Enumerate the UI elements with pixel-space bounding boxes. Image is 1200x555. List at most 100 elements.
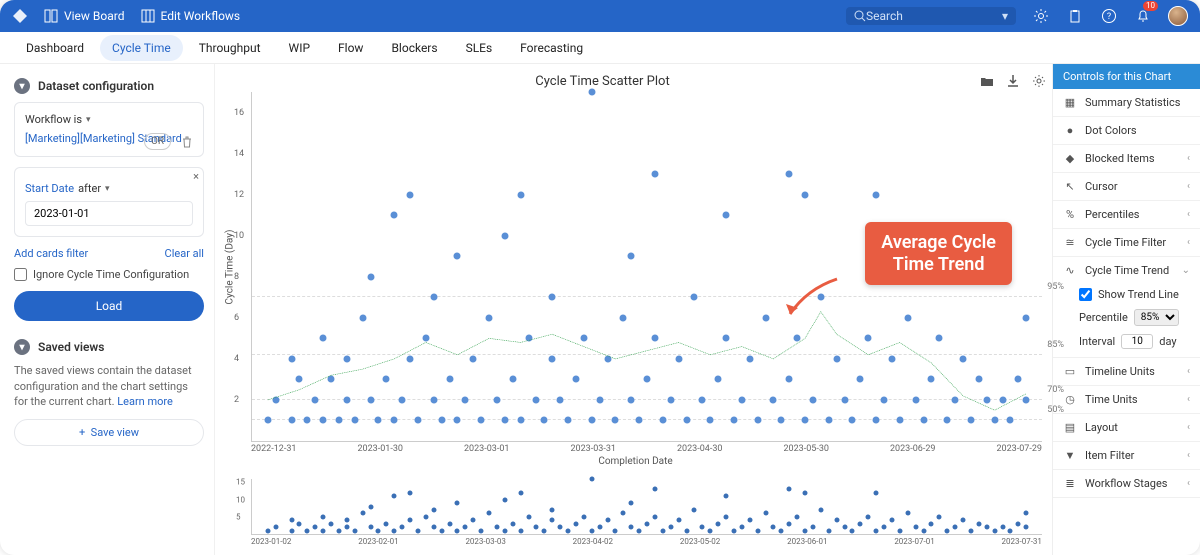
scatter-dot[interactable] <box>944 417 951 424</box>
scatter-dot[interactable] <box>928 376 935 383</box>
interval-input[interactable] <box>1121 334 1153 349</box>
scatter-dot[interactable] <box>264 417 271 424</box>
scatter-dot[interactable] <box>628 253 635 260</box>
scatter-dot[interactable] <box>509 376 516 383</box>
gear-icon[interactable] <box>1032 74 1046 88</box>
view-board-button[interactable]: View Board <box>44 9 125 23</box>
scatter-dot[interactable] <box>691 294 698 301</box>
timeline-units-item[interactable]: ▭ Timeline Units ‹ <box>1053 358 1200 386</box>
start-date-input[interactable] <box>25 201 193 226</box>
dot-colors-item[interactable]: ● Dot Colors <box>1053 117 1200 145</box>
scatter-dot[interactable] <box>699 396 706 403</box>
scatter-dot[interactable] <box>462 396 469 403</box>
scatter-dot[interactable] <box>833 355 840 362</box>
scatter-dot[interactable] <box>794 335 801 342</box>
scatter-dot[interactable] <box>1023 314 1030 321</box>
cycle-time-filter-item[interactable]: ≅ Cycle Time Filter ‹ <box>1053 229 1200 257</box>
scatter-dot[interactable] <box>288 355 295 362</box>
scatter-dot[interactable] <box>738 396 745 403</box>
tab-blockers[interactable]: Blockers <box>379 35 449 61</box>
scatter-dot[interactable] <box>399 396 406 403</box>
scatter-dot[interactable] <box>359 314 366 321</box>
scatter-dot[interactable] <box>967 417 974 424</box>
scatter-dot[interactable] <box>422 335 429 342</box>
scatter-dot[interactable] <box>430 294 437 301</box>
scatter-dot[interactable] <box>304 417 311 424</box>
scatter-dot[interactable] <box>762 314 769 321</box>
scatter-dot[interactable] <box>438 417 445 424</box>
load-button[interactable]: Load <box>14 291 204 321</box>
clear-all-link[interactable]: Clear all <box>165 247 204 260</box>
add-cards-filter-link[interactable]: Add cards filter <box>14 247 88 260</box>
scatter-dot[interactable] <box>383 376 390 383</box>
scatter-dot[interactable] <box>1015 376 1022 383</box>
scatter-dot[interactable] <box>391 417 398 424</box>
workflow-is-button[interactable]: Workflow is ▾ <box>25 113 193 126</box>
cycle-time-trend-item[interactable]: ∿ Cycle Time Trend ⌄ <box>1053 257 1200 284</box>
start-date-button[interactable]: Start Date after ▾ <box>25 182 193 195</box>
scatter-dot[interactable] <box>549 355 556 362</box>
scatter-dot[interactable] <box>651 335 658 342</box>
scatter-dot[interactable] <box>707 417 714 424</box>
help-icon[interactable]: ? <box>1100 7 1118 25</box>
percentile-select[interactable]: 85% <box>1134 309 1179 326</box>
scatter-dot[interactable] <box>620 314 627 321</box>
gear-icon[interactable] <box>1032 7 1050 25</box>
avatar[interactable] <box>1168 6 1188 26</box>
scatter-dot[interactable] <box>825 417 832 424</box>
scatter-dot[interactable] <box>675 355 682 362</box>
scatter-dot[interactable] <box>272 396 279 403</box>
scatter-dot[interactable] <box>525 335 532 342</box>
scatter-dot[interactable] <box>470 355 477 362</box>
percentiles-item[interactable]: % Percentiles ‹ <box>1053 201 1200 229</box>
scatter-dot[interactable] <box>770 396 777 403</box>
chevron-down-icon[interactable]: ▾ <box>1002 9 1008 23</box>
scatter-dot[interactable] <box>683 417 690 424</box>
download-icon[interactable] <box>1006 74 1020 88</box>
scatter-dot[interactable] <box>320 335 327 342</box>
ignore-config-checkbox[interactable] <box>14 268 27 281</box>
collapse-icon[interactable]: ▾ <box>14 339 30 355</box>
scatter-dot[interactable] <box>367 273 374 280</box>
tab-forecasting[interactable]: Forecasting <box>508 35 595 61</box>
scatter-dot[interactable] <box>588 417 595 424</box>
scatter-dot[interactable] <box>533 396 540 403</box>
scatter-dot[interactable] <box>596 396 603 403</box>
scatter-dot[interactable] <box>288 417 295 424</box>
scatter-dot[interactable] <box>715 376 722 383</box>
scatter-dot[interactable] <box>517 417 524 424</box>
scatter-dot[interactable] <box>896 417 903 424</box>
scatter-dot[interactable] <box>952 396 959 403</box>
learn-more-link[interactable]: Learn more <box>117 395 173 408</box>
scatter-dot[interactable] <box>999 396 1006 403</box>
workflow-stages-item[interactable]: ≣ Workflow Stages ‹ <box>1053 470 1200 498</box>
scatter-dot[interactable] <box>723 212 730 219</box>
scatter-dot[interactable] <box>580 335 587 342</box>
scatter-dot[interactable] <box>920 417 927 424</box>
tab-cycle-time[interactable]: Cycle Time <box>100 35 183 61</box>
overview-plot[interactable]: 51015 <box>251 479 1042 535</box>
scatter-dot[interactable] <box>659 417 666 424</box>
scatter-dot[interactable] <box>802 417 809 424</box>
scatter-dot[interactable] <box>960 355 967 362</box>
item-filter-item[interactable]: ▼ Item Filter ‹ <box>1053 442 1200 470</box>
scatter-dot[interactable] <box>486 314 493 321</box>
scatter-dot[interactable] <box>454 417 461 424</box>
tab-flow[interactable]: Flow <box>326 35 375 61</box>
scatter-dot[interactable] <box>557 396 564 403</box>
search-box[interactable]: ▾ <box>846 7 1016 25</box>
scatter-dot[interactable] <box>391 212 398 219</box>
scatter-dot[interactable] <box>873 191 880 198</box>
close-icon[interactable]: × <box>193 170 199 183</box>
scatter-dot[interactable] <box>975 376 982 383</box>
scatter-dot[interactable] <box>572 376 579 383</box>
trash-icon[interactable] <box>181 136 193 148</box>
scatter-dot[interactable] <box>501 232 508 239</box>
tab-dashboard[interactable]: Dashboard <box>14 35 96 61</box>
scatter-dot[interactable] <box>517 191 524 198</box>
scatter-dot[interactable] <box>328 376 335 383</box>
scatter-dot[interactable] <box>541 417 548 424</box>
scatter-dot[interactable] <box>343 396 350 403</box>
time-units-item[interactable]: ◷ Time Units ‹ <box>1053 386 1200 414</box>
scatter-dot[interactable] <box>296 376 303 383</box>
